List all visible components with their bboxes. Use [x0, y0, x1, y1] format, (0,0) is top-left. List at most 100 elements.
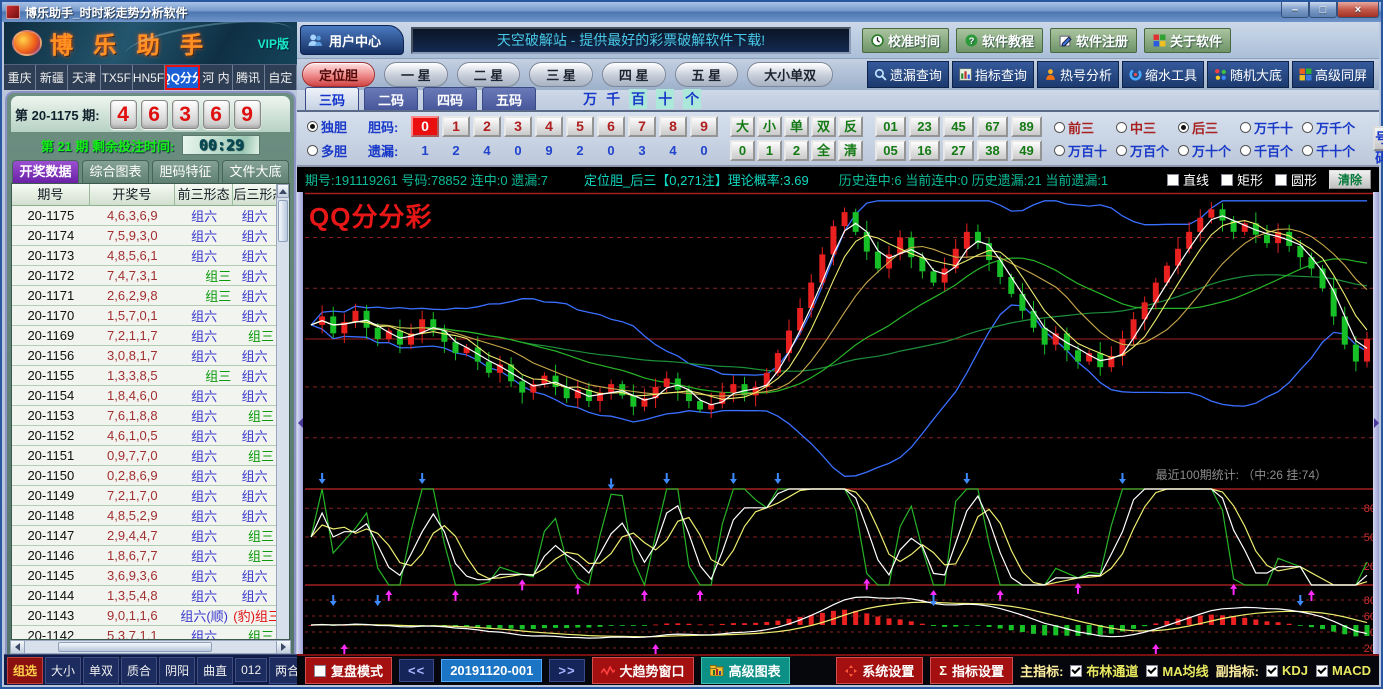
quick-key-大[interactable]: 大 [730, 116, 755, 137]
scroll-left-icon[interactable] [11, 641, 25, 653]
play-mode-3[interactable]: 三 星 [529, 62, 593, 87]
quick-key-反[interactable]: 反 [838, 116, 863, 137]
digit-key-4[interactable]: 4 [535, 116, 563, 137]
filter-tab-2[interactable]: 单双 [83, 657, 119, 684]
system-settings-button[interactable]: 系统设置 [836, 657, 923, 684]
pair-key-89[interactable]: 89 [1011, 116, 1042, 137]
solo-radio[interactable]: 独胆 [307, 117, 365, 136]
prev-issue-button[interactable]: << [399, 659, 434, 682]
draw-checkbox[interactable] [1221, 174, 1233, 186]
indicator-checkbox[interactable] [1316, 665, 1328, 677]
pos-radio-千十个[interactable]: 千十个 [1302, 141, 1355, 160]
close-button[interactable]: × [1337, 2, 1379, 18]
table-row[interactable]: 20-11500,2,8,6,9组六组六 [12, 466, 276, 486]
pair-key-16[interactable]: 16 [909, 140, 940, 161]
next-issue-button[interactable]: >> [549, 659, 584, 682]
quick-key-双[interactable]: 双 [811, 116, 836, 137]
multi-radio[interactable]: 多胆 [307, 141, 365, 160]
quick-key2-3[interactable]: 全 [811, 140, 836, 161]
draw-tool-1[interactable]: 矩形 [1221, 170, 1263, 189]
main-ind-布林通道[interactable]: 布林通道 [1070, 661, 1138, 680]
clear-button[interactable]: 清除 [1329, 170, 1371, 189]
quick-key2-0[interactable]: 0 [730, 140, 755, 161]
trend-window-button[interactable]: 大趋势窗口 [592, 657, 694, 684]
column-header-0[interactable]: 期号 [12, 184, 90, 205]
table-row[interactable]: 20-11524,6,1,0,5组六组六 [12, 426, 276, 446]
sub-ind-KDJ[interactable]: KDJ [1266, 663, 1308, 678]
quick-key-小[interactable]: 小 [757, 116, 782, 137]
collapse-left-icon[interactable] [298, 418, 303, 428]
region-tab-4[interactable]: HN5F [133, 65, 165, 90]
digit-key-1[interactable]: 1 [442, 116, 470, 137]
replay-mode-button[interactable]: 复盘模式 [305, 657, 392, 684]
chart-canvas[interactable]: 80502080604020 [303, 192, 1379, 654]
quick-key-单[interactable]: 单 [784, 116, 809, 137]
table-row[interactable]: 20-11541,8,4,6,0组六组六 [12, 386, 276, 406]
filter-tab-3[interactable]: 质合 [121, 657, 157, 684]
table-row[interactable]: 20-11754,6,3,6,9组六组六 [12, 206, 276, 226]
code-tab-3[interactable]: 五码 [482, 87, 536, 110]
horizontal-scrollbar[interactable] [10, 640, 291, 654]
indicator-settings-button[interactable]: Σ 指标设置 [930, 657, 1013, 684]
table-row[interactable]: 20-11697,2,1,1,7组六组三 [12, 326, 276, 346]
sub-ind-MACD[interactable]: MACD [1316, 663, 1371, 678]
column-header-1[interactable]: 开奖号 [90, 184, 175, 205]
pos-radio-中三[interactable]: 中三 [1116, 118, 1169, 137]
sidebar-tab-2[interactable]: 胆码特征 [152, 160, 219, 183]
digit-key-5[interactable]: 5 [566, 116, 594, 137]
query-button-3[interactable]: 缩水工具 [1122, 61, 1204, 88]
table-row[interactable]: 20-11701,5,7,0,1组六组六 [12, 306, 276, 326]
pos-radio-万千个[interactable]: 万千个 [1302, 118, 1355, 137]
table-row[interactable]: 20-11439,0,1,1,6组六(顺)(豹)组三 [12, 606, 276, 626]
code-tab-1[interactable]: 二码 [364, 87, 418, 110]
table-row[interactable]: 20-11461,8,6,7,7组六组三 [12, 546, 276, 566]
pos-radio-千百个[interactable]: 千百个 [1240, 141, 1293, 160]
horizontal-scroll-thumb[interactable] [58, 642, 211, 652]
maximize-button[interactable]: □ [1309, 2, 1337, 18]
table-row[interactable]: 20-11727,4,7,3,1组三组六 [12, 266, 276, 286]
digit-key-8[interactable]: 8 [659, 116, 687, 137]
play-mode-4[interactable]: 四 星 [602, 62, 666, 87]
play-mode-1[interactable]: 一 星 [384, 62, 448, 87]
pane-splitter-right[interactable] [1373, 192, 1379, 654]
table-row[interactable]: 20-11453,6,9,3,6组六组六 [12, 566, 276, 586]
pair-key-01[interactable]: 01 [875, 116, 906, 137]
code-tab-0[interactable]: 三码 [305, 87, 359, 110]
scroll-right-icon[interactable] [276, 641, 290, 653]
top-button-1[interactable]: ?软件教程 [956, 28, 1043, 53]
table-row[interactable]: 20-11425,3,7,1,1组六组三 [12, 626, 276, 640]
position-digit-2[interactable]: 百 [629, 89, 647, 109]
table-row[interactable]: 20-11510,9,7,7,0组六组三 [12, 446, 276, 466]
query-button-1[interactable]: 指标查询 [952, 61, 1034, 88]
table-row[interactable]: 20-11551,3,3,8,5组三组六 [12, 366, 276, 386]
table-row[interactable]: 20-11747,5,9,3,0组六组六 [12, 226, 276, 246]
digit-key-9[interactable]: 9 [690, 116, 718, 137]
table-row[interactable]: 20-11497,2,1,7,0组六组六 [12, 486, 276, 506]
query-button-5[interactable]: 高级同屏 [1292, 61, 1374, 88]
query-button-2[interactable]: 热号分析 [1037, 61, 1119, 88]
play-mode-2[interactable]: 二 星 [457, 62, 521, 87]
pair-key-67[interactable]: 67 [977, 116, 1008, 137]
top-button-2[interactable]: 软件注册 [1050, 28, 1137, 53]
draw-checkbox[interactable] [1167, 174, 1179, 186]
top-button-0[interactable]: 校准时间 [862, 28, 949, 53]
table-row[interactable]: 20-11563,0,8,1,7组六组六 [12, 346, 276, 366]
table-row[interactable]: 20-11441,3,5,4,8组六组六 [12, 586, 276, 606]
filter-tab-5[interactable]: 曲直 [197, 657, 233, 684]
position-digit-4[interactable]: 个 [683, 89, 701, 109]
vertical-scroll-thumb[interactable] [278, 200, 288, 242]
filter-tab-4[interactable]: 阴阳 [159, 657, 195, 684]
region-tab-0[interactable]: 重庆 [4, 65, 36, 90]
region-tab-2[interactable]: 天津 [68, 65, 100, 90]
filter-tab-6[interactable]: 012 [235, 658, 267, 682]
replay-checkbox[interactable] [314, 665, 326, 677]
code-tab-2[interactable]: 四码 [423, 87, 477, 110]
region-tab-6[interactable]: 河 内 [200, 65, 232, 90]
quick-key2-2[interactable]: 2 [784, 140, 809, 161]
user-center-button[interactable]: 用户中心 [300, 25, 404, 55]
digit-key-7[interactable]: 7 [628, 116, 656, 137]
draw-checkbox[interactable] [1275, 174, 1287, 186]
pos-radio-万十个[interactable]: 万十个 [1178, 141, 1231, 160]
filter-tab-0[interactable]: 组选 [7, 657, 43, 684]
table-row[interactable]: 20-11472,9,4,4,7组六组三 [12, 526, 276, 546]
